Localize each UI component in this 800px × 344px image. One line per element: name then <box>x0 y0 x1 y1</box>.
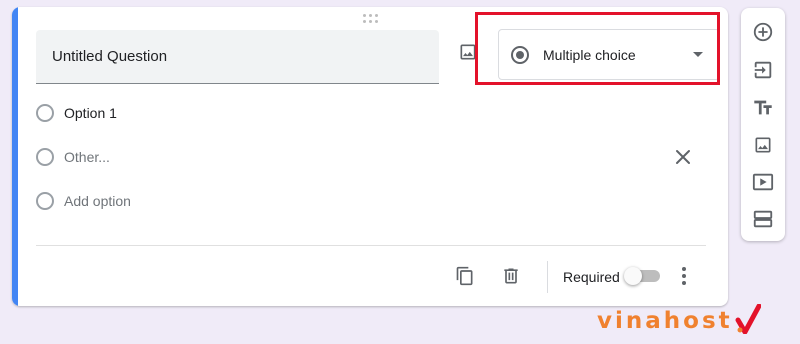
option-label: Option 1 <box>64 105 117 121</box>
footer-divider <box>36 245 706 246</box>
card-accent-bar <box>12 7 18 306</box>
chevron-down-icon <box>693 52 703 57</box>
toggle-thumb <box>624 267 642 285</box>
add-video-icon[interactable] <box>751 170 775 194</box>
add-image-icon[interactable] <box>751 133 775 157</box>
radio-button-icon <box>511 45 529 64</box>
question-title-input[interactable]: Untitled Question <box>36 30 439 84</box>
vinahost-logo: vinahost <box>597 304 761 336</box>
add-image-icon[interactable] <box>456 40 480 64</box>
logo-text: vinahost <box>597 308 733 334</box>
question-type-dropdown[interactable]: Multiple choice <box>498 29 720 80</box>
question-title-text: Untitled Question <box>52 48 168 65</box>
add-section-icon[interactable] <box>751 207 775 231</box>
radio-circle-icon <box>36 104 54 122</box>
required-toggle[interactable] <box>624 267 660 285</box>
add-option-label: Add option <box>64 193 131 209</box>
add-title-icon[interactable] <box>751 96 775 120</box>
add-question-icon[interactable] <box>751 20 775 44</box>
footer-separator <box>547 261 548 293</box>
required-label: Required <box>563 269 620 285</box>
other-option-label: Other... <box>64 149 110 165</box>
duplicate-icon[interactable] <box>453 264 477 288</box>
drag-handle-icon[interactable] <box>363 14 379 24</box>
import-questions-icon[interactable] <box>751 58 775 82</box>
option-row[interactable]: Option 1 <box>36 101 117 125</box>
other-option-row[interactable]: Other... <box>36 145 110 169</box>
more-vert-icon[interactable] <box>674 264 694 288</box>
close-icon[interactable] <box>672 146 694 168</box>
question-card[interactable]: Untitled Question Multiple choice Option… <box>12 7 728 306</box>
radio-circle-icon <box>36 192 54 210</box>
logo-check-icon <box>735 304 761 334</box>
question-type-label: Multiple choice <box>543 46 636 63</box>
side-toolbar <box>741 8 785 241</box>
radio-circle-icon <box>36 148 54 166</box>
trash-icon[interactable] <box>499 264 523 288</box>
add-option-row[interactable]: Add option <box>36 189 131 213</box>
